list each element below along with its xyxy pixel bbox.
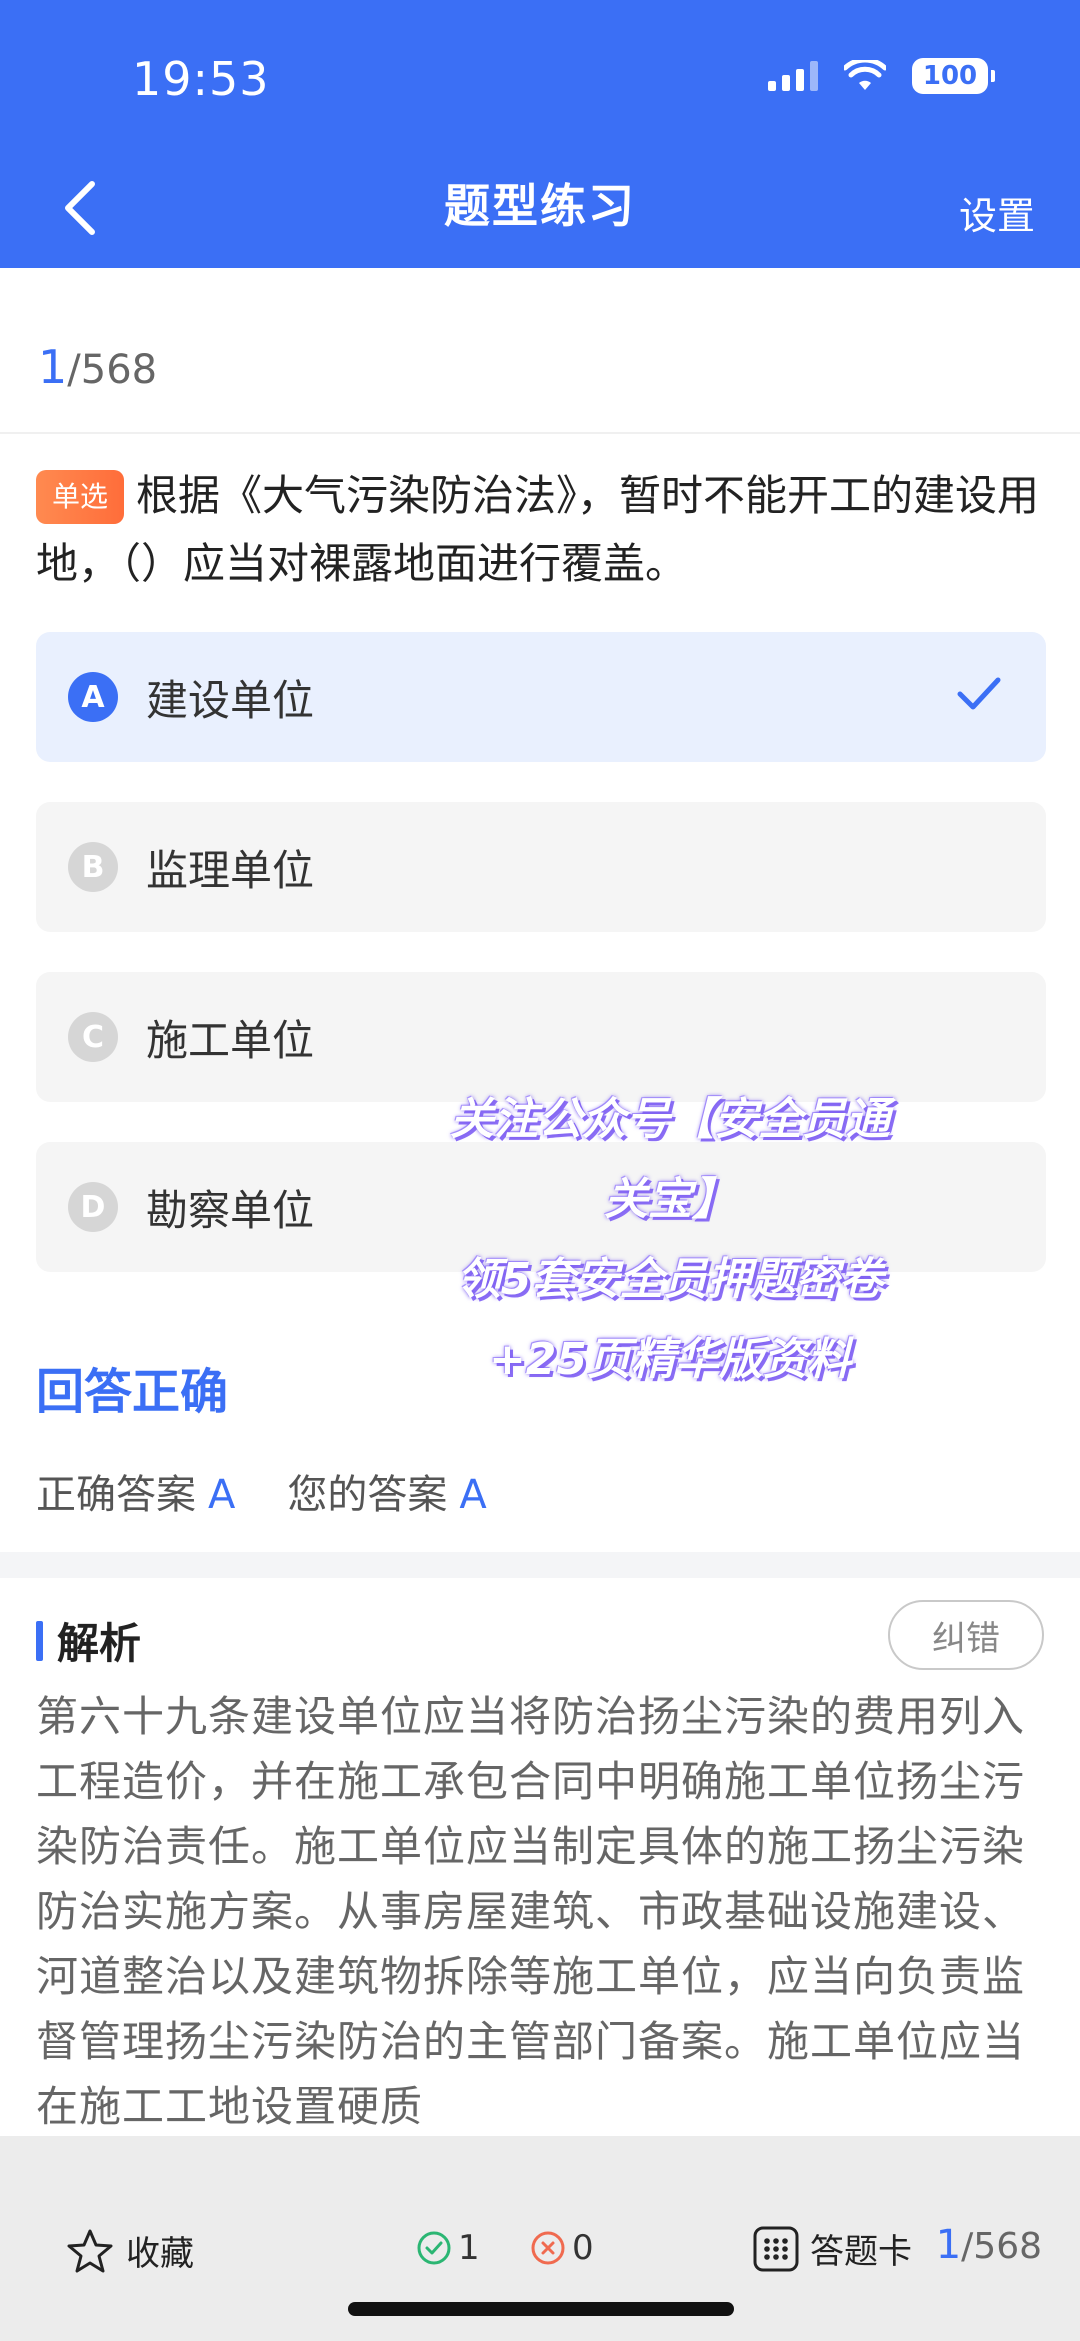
- wrong-count[interactable]: 0: [530, 2228, 594, 2268]
- your-answer-value: A: [459, 1472, 487, 1518]
- home-indicator: [348, 2302, 734, 2316]
- correct-answer-value: A: [208, 1472, 236, 1518]
- question-text: 根据《大气污染防治法》，暂时不能开工的建设用地，（）应当对裸露地面进行覆盖。: [36, 471, 1040, 588]
- settings-button[interactable]: 设置: [959, 185, 1035, 240]
- your-answer-label: 您的答案: [287, 1472, 448, 1518]
- page-title: 题型练习: [444, 179, 636, 233]
- watermark-line: 关宝】: [604, 1174, 736, 1225]
- option-a[interactable]: A 建设单位: [36, 632, 1046, 762]
- watermark-line: 领5套安全员押题密卷: [456, 1254, 884, 1305]
- watermark-line: +25页精华版资料: [488, 1334, 852, 1385]
- current-question-number: 1: [38, 340, 68, 394]
- total-questions: /568: [67, 347, 158, 393]
- option-letter: A: [68, 672, 118, 722]
- option-letter: B: [68, 842, 118, 892]
- option-letter: D: [68, 1182, 118, 1232]
- battery-icon: 100: [912, 58, 995, 94]
- correct-count-value: 1: [458, 2228, 480, 2268]
- option-text: 施工单位: [146, 1015, 315, 1065]
- correct-answer-label: 正确答案: [36, 1472, 196, 1518]
- option-text: 监理单位: [146, 845, 315, 895]
- grid-icon: [753, 2226, 799, 2271]
- question-progress: 1/568: [38, 340, 157, 394]
- question-type-badge: 单选: [36, 470, 125, 524]
- option-letter: C: [68, 1012, 118, 1062]
- question-stem: 单选 根据《大气污染防治法》，暂时不能开工的建设用地，（）应当对裸露地面进行覆盖。: [36, 462, 1046, 598]
- option-text: 建设单位: [146, 675, 315, 725]
- check-circle-icon: [417, 2231, 451, 2265]
- watermark-line: 关注公众号【安全员通: [450, 1094, 890, 1145]
- answer-card-label: 答题卡: [810, 2232, 912, 2272]
- cellular-signal-icon: [768, 61, 818, 91]
- section-divider: [0, 1552, 1080, 1578]
- analysis-header: 解析: [36, 1610, 141, 1671]
- star-icon: [67, 2229, 113, 2272]
- check-icon: [957, 677, 1001, 710]
- promo-watermark: 关注公众号【安全员通 关宝】 领5套安全员押题密卷 +25页精华版资料: [420, 1080, 920, 1400]
- bottom-total: /568: [961, 2226, 1042, 2267]
- report-error-button[interactable]: 纠错: [888, 1600, 1044, 1670]
- analysis-text: 第六十九条建设单位应当将防治扬尘污染的费用列入工程造价，并在施工承包合同中明确施…: [36, 1692, 1026, 2131]
- wrong-count-value: 0: [572, 2228, 594, 2268]
- answer-summary: 正确答案 A 您的答案 A: [36, 1462, 539, 1520]
- section-accent-bar: [36, 1620, 43, 1661]
- favorite-label: 收藏: [126, 2234, 194, 2274]
- bottom-progress: 1/568: [936, 2222, 1042, 2268]
- analysis-title: 解析: [57, 1619, 142, 1668]
- divider: [0, 432, 1080, 434]
- correct-count[interactable]: 1: [416, 2228, 480, 2268]
- answer-card-button[interactable]: 答题卡: [752, 2224, 912, 2273]
- bottom-current-number: 1: [935, 2222, 962, 2268]
- option-b[interactable]: B 监理单位: [36, 802, 1046, 932]
- status-time: 19:53: [132, 52, 270, 106]
- wifi-icon: [844, 60, 886, 90]
- option-text: 勘察单位: [146, 1185, 315, 1235]
- app-header: 19:53 100 题型练习 设置: [0, 0, 1080, 268]
- favorite-button[interactable]: 收藏: [66, 2226, 194, 2275]
- x-circle-icon: [531, 2231, 565, 2265]
- result-status: 回答正确: [36, 1364, 229, 1420]
- status-icons: 100: [768, 58, 995, 94]
